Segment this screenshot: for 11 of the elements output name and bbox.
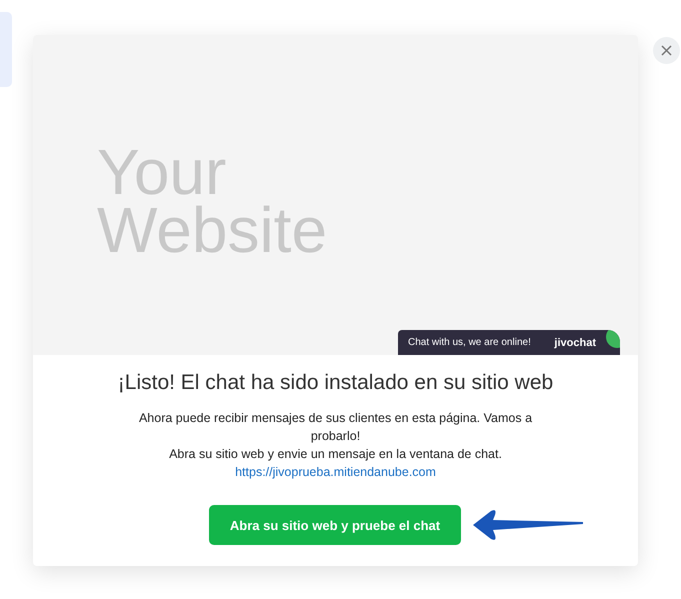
close-icon [661, 45, 672, 56]
chat-bar-label: Chat with us, we are online! [408, 337, 531, 348]
brand-label: jivochat [554, 336, 596, 348]
chat-bar[interactable]: Chat with us, we are online! jivochat [398, 330, 620, 355]
dialog-title: ¡Listo! El chat ha sido instalado en su sitio web [118, 371, 554, 395]
site-link[interactable]: https://jivoprueba.mitiendanube.com [235, 463, 436, 481]
message-text: Ahora puede recibir mensajes de sus clientes en esta página. Vamos a probarlo! [138, 410, 534, 445]
close-button[interactable] [653, 37, 680, 64]
arrow-icon [471, 509, 585, 541]
message-text: Abra su sitio web y envie un mensaje en la ventana de chat. [168, 446, 503, 463]
open-site-button[interactable]: Abra su sitio web y pruebe el chat [209, 505, 461, 545]
